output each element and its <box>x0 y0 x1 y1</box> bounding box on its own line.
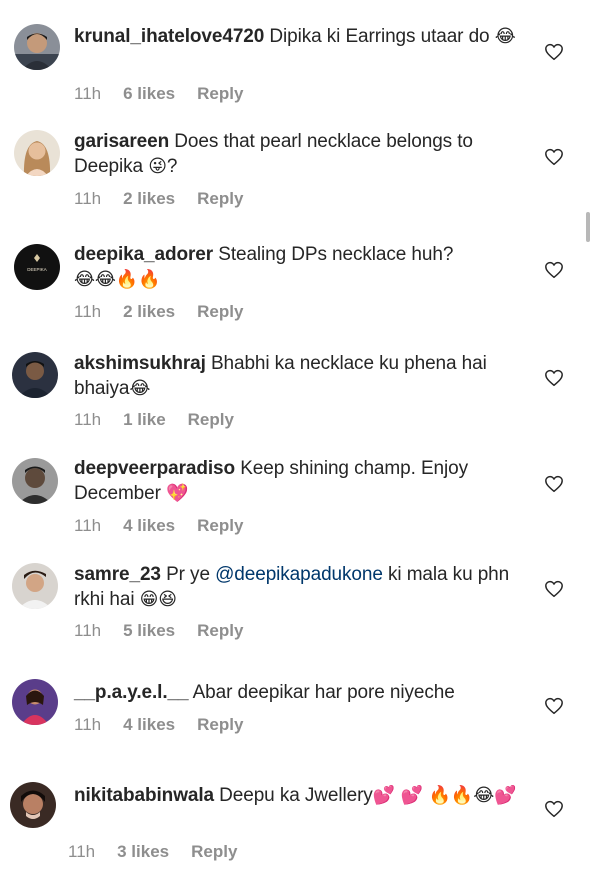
comment-mention-link[interactable]: @deepikapadukone <box>215 564 383 585</box>
comment-time: 11h <box>74 410 102 429</box>
heart-outline-icon[interactable] <box>544 369 564 387</box>
comment-time: 11h <box>74 621 102 640</box>
reply-button[interactable]: Reply <box>188 410 234 429</box>
comment-meta: 11h 4 likes Reply <box>74 516 265 536</box>
comment-emoji: 💕 💕 🔥🔥😂💕 <box>372 785 517 806</box>
comment-likes[interactable]: 4 likes <box>123 715 175 734</box>
comment-body: nikitababinwala Deepu ka Jwellery💕 💕 🔥🔥😂… <box>74 783 524 808</box>
comment-body: deepika_adorer Stealing DPs necklace huh… <box>74 242 524 292</box>
comment-username[interactable]: garisareen <box>74 131 169 152</box>
comment-emoji: 😜 <box>148 156 167 177</box>
comment-emoji: 😂 <box>494 26 516 47</box>
avatar[interactable]: DEEPIKA <box>14 244 60 290</box>
heart-outline-icon[interactable] <box>544 43 564 61</box>
profile-photo-woman-icon <box>14 130 60 176</box>
comment-username[interactable]: deepveerparadiso <box>74 458 235 479</box>
comment-likes[interactable]: 1 like <box>123 410 166 429</box>
heart-outline-icon[interactable] <box>544 475 564 493</box>
comment-body: garisareen Does that pearl necklace belo… <box>74 129 524 179</box>
comment-likes[interactable]: 2 likes <box>123 302 175 321</box>
heart-outline-icon[interactable] <box>544 148 564 166</box>
comment-body: krunal_ihatelove4720 Dipika ki Earrings … <box>74 24 524 49</box>
comment-likes[interactable]: 4 likes <box>123 516 175 535</box>
comment-text: Deepu ka Jwellery <box>213 785 373 806</box>
heart-outline-icon[interactable] <box>544 580 564 598</box>
comment-time: 11h <box>74 302 102 321</box>
comment-emoji: 😂 <box>129 378 151 399</box>
comment-username[interactable]: deepika_adorer <box>74 244 213 265</box>
comment-emoji: 💖 <box>166 483 189 504</box>
comment-username[interactable]: samre_23 <box>74 564 161 585</box>
profile-photo-woman-icon <box>10 782 56 828</box>
comment-text-suffix: ? <box>166 156 178 177</box>
comment-text: Stealing DPs necklace huh? <box>213 244 454 265</box>
comment-likes[interactable]: 3 likes <box>117 842 169 861</box>
avatar[interactable] <box>12 458 58 504</box>
comment-body: akshimsukhraj Bhabhi ka necklace ku phen… <box>74 351 524 401</box>
avatar[interactable] <box>12 352 58 398</box>
reply-button[interactable]: Reply <box>191 842 237 861</box>
logo-avatar-icon: DEEPIKA <box>14 244 60 290</box>
comment-username[interactable]: nikitababinwala <box>74 785 214 806</box>
comment-likes[interactable]: 2 likes <box>123 189 175 208</box>
reply-button[interactable]: Reply <box>197 302 243 321</box>
reply-button[interactable]: Reply <box>197 621 243 640</box>
avatar[interactable] <box>12 563 58 609</box>
avatar[interactable] <box>14 24 60 70</box>
comment-body: __p.a.y.e.l.__ Abar deepikar har pore ni… <box>74 680 524 705</box>
comment-body: deepveerparadiso Keep shining champ. Enj… <box>74 456 524 506</box>
scrollbar[interactable] <box>586 212 590 242</box>
comment-meta: 11h 3 likes Reply <box>68 842 259 862</box>
comment-body: samre_23 Pr ye @deepikapadukone ki mala … <box>74 562 524 612</box>
comment-likes[interactable]: 5 likes <box>123 621 175 640</box>
reply-button[interactable]: Reply <box>197 189 243 208</box>
comment-username[interactable]: akshimsukhraj <box>74 353 206 374</box>
comment-time: 11h <box>74 84 102 103</box>
comment-text: Pr ye <box>160 564 216 585</box>
reply-button[interactable]: Reply <box>197 516 243 535</box>
reply-button[interactable]: Reply <box>197 715 243 734</box>
comment-text: Abar deepikar har pore niyeche <box>188 682 455 703</box>
avatar[interactable] <box>12 679 58 725</box>
comment-meta: 11h 2 likes Reply <box>74 302 265 322</box>
comment-likes[interactable]: 6 likes <box>123 84 175 103</box>
heart-outline-icon[interactable] <box>544 800 564 818</box>
comment-meta: 11h 2 likes Reply <box>74 189 265 209</box>
profile-photo-man-icon <box>12 458 58 504</box>
avatar[interactable] <box>10 782 56 828</box>
heart-outline-icon[interactable] <box>544 697 564 715</box>
reply-button[interactable]: Reply <box>197 84 243 103</box>
comment-meta: 11h 1 like Reply <box>74 410 256 430</box>
comment-text: Dipika ki Earrings utaar do <box>264 26 495 47</box>
comment-username[interactable]: __p.a.y.e.l.__ <box>74 682 189 703</box>
profile-photo-man-icon <box>14 24 60 70</box>
comment-emoji: 😂😂🔥🔥 <box>74 269 161 290</box>
comment-time: 11h <box>74 189 102 208</box>
profile-photo-man-icon <box>12 563 58 609</box>
avatar[interactable] <box>14 130 60 176</box>
comment-meta: 11h 4 likes Reply <box>74 715 265 735</box>
comment-time: 11h <box>68 842 96 861</box>
comment-username[interactable]: krunal_ihatelove4720 <box>74 26 264 47</box>
comment-meta: 11h 6 likes Reply <box>74 84 265 104</box>
comment-time: 11h <box>74 715 102 734</box>
profile-photo-man-icon <box>12 352 58 398</box>
avatar-logo-text: DEEPIKA <box>27 267 47 272</box>
comment-meta: 11h 5 likes Reply <box>74 621 265 641</box>
profile-photo-woman-icon <box>12 679 58 725</box>
heart-outline-icon[interactable] <box>544 261 564 279</box>
comment-emoji: 😁😆 <box>139 589 177 610</box>
comment-time: 11h <box>74 516 102 535</box>
